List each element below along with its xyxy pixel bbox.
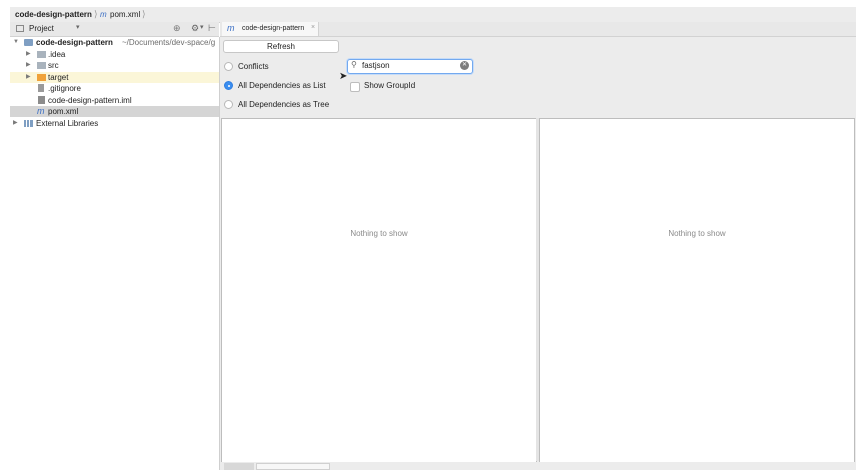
- radio-conflicts[interactable]: [224, 62, 233, 71]
- tree-item-label: .gitignore: [48, 84, 81, 93]
- tree-item-module[interactable]: ▼ code-design-pattern ~/Documents/dev-sp…: [10, 37, 219, 48]
- tree-item-label: pom.xml: [48, 107, 79, 116]
- maven-file-icon: m: [100, 10, 107, 19]
- tree-item-idea[interactable]: ▶ .idea: [10, 49, 219, 60]
- empty-state-text: Nothing to show: [668, 229, 726, 238]
- tree-item-label: .idea: [48, 49, 66, 59]
- breadcrumb-separator-icon: ⟩: [94, 9, 98, 19]
- dependency-list-pane[interactable]: Nothing to show: [221, 118, 537, 463]
- search-value: fastjson: [362, 61, 390, 70]
- show-groupid-label[interactable]: Show GroupId: [364, 81, 415, 91]
- excluded-folder-icon: [37, 73, 46, 81]
- breadcrumb-project[interactable]: code-design-pattern: [15, 9, 92, 20]
- clear-icon[interactable]: ✕: [460, 61, 469, 70]
- expand-right-icon[interactable]: ▶: [13, 118, 18, 129]
- crosshair-icon[interactable]: ⊕: [173, 23, 181, 34]
- tree-item-src[interactable]: ▶ src: [10, 60, 219, 71]
- dependency-analyzer: Refresh Conflicts All Dependencies as Li…: [220, 37, 856, 470]
- tree-item-path: ~/Documents/dev-space/g: [122, 38, 216, 47]
- project-toolwindow-header: Project ▾ ⊕ ⚙ ▾ ⊢: [10, 22, 219, 37]
- tree-item-target[interactable]: ▶ target: [10, 71, 219, 83]
- bottom-tab-dependency-analyzer[interactable]: [256, 463, 330, 470]
- tree-item-gitignore[interactable]: .gitignore: [10, 83, 219, 94]
- show-groupid-checkbox[interactable]: [350, 82, 360, 92]
- gear-chevron-icon[interactable]: ▾: [200, 23, 204, 31]
- radio-all-dependencies-tree[interactable]: [224, 100, 233, 109]
- chevron-down-icon[interactable]: ▾: [76, 23, 80, 31]
- text-file-icon: [38, 84, 44, 92]
- hide-panel-icon[interactable]: ⊢: [208, 23, 216, 34]
- radio-conflicts-label[interactable]: Conflicts: [238, 62, 269, 72]
- tree-item-pom[interactable]: m pom.xml: [10, 106, 219, 117]
- project-tree: ▼ code-design-pattern ~/Documents/dev-sp…: [10, 37, 220, 470]
- close-icon[interactable]: ×: [311, 24, 315, 31]
- tree-item-label: code-design-pattern.iml: [48, 95, 132, 105]
- project-view-label[interactable]: Project: [29, 24, 54, 33]
- radio-all-dependencies-list[interactable]: [224, 81, 233, 90]
- expand-down-icon[interactable]: ▼: [13, 37, 19, 48]
- expand-right-icon[interactable]: ▶: [26, 60, 31, 71]
- refresh-button[interactable]: Refresh: [223, 40, 339, 53]
- empty-state-text: Nothing to show: [350, 229, 408, 238]
- tree-item-external-libraries[interactable]: ▶ External Libraries: [10, 118, 219, 129]
- expand-right-icon[interactable]: ▶: [26, 72, 31, 83]
- dependency-details-pane[interactable]: Nothing to show: [539, 118, 855, 463]
- breadcrumb-separator-icon: ⟩: [142, 9, 146, 19]
- breadcrumb-file[interactable]: pom.xml: [110, 9, 140, 20]
- folder-icon: [37, 62, 46, 69]
- tab-label: code-design-pattern: [242, 25, 305, 32]
- maven-file-icon: m: [37, 106, 45, 116]
- bottom-tab-text[interactable]: [224, 463, 254, 470]
- mouse-cursor-icon: ➤: [339, 71, 348, 82]
- tree-item-label: External Libraries: [36, 118, 99, 128]
- maven-file-icon: m: [227, 23, 235, 33]
- folder-icon: [37, 50, 46, 58]
- radio-all-dependencies-tree-label[interactable]: All Dependencies as Tree: [238, 100, 329, 110]
- expand-right-icon[interactable]: ▶: [26, 49, 31, 60]
- tree-item-label: src: [48, 61, 59, 70]
- bottom-tabs-bar: [220, 462, 856, 470]
- project-view-icon: [16, 25, 24, 32]
- search-input[interactable]: ⚲ fastjson ✕: [347, 59, 473, 74]
- tree-item-label: code-design-pattern: [36, 38, 113, 47]
- module-folder-icon: [24, 39, 33, 46]
- tree-item-iml[interactable]: code-design-pattern.iml: [10, 95, 219, 106]
- libraries-icon: [24, 119, 33, 127]
- search-icon: ⚲: [351, 60, 357, 69]
- breadcrumb: code-design-pattern ⟩ m pom.xml ⟩: [10, 7, 856, 23]
- module-file-icon: [38, 95, 45, 104]
- tree-item-label: target: [48, 72, 69, 82]
- radio-all-dependencies-list-label[interactable]: All Dependencies as List: [238, 81, 326, 91]
- editor-tabs-bar: m code-design-pattern ×: [220, 22, 856, 37]
- gear-icon[interactable]: ⚙: [191, 23, 199, 34]
- tab-pom-xml[interactable]: m code-design-pattern ×: [222, 22, 319, 36]
